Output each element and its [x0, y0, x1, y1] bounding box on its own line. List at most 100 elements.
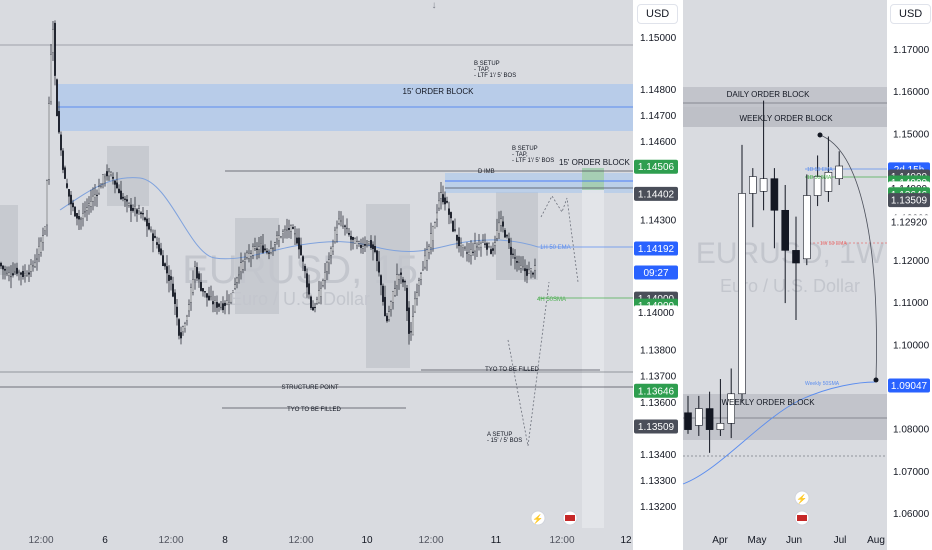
- candle-body: [268, 252, 270, 254]
- b-setup-bos-label-2: - LTF 1'/ 5' BOS: [512, 158, 554, 164]
- left-y-tick-8: 1.13600: [640, 398, 677, 409]
- candle-body: [196, 267, 198, 279]
- candle-body: [388, 311, 390, 320]
- weekly-order-block-label-top: WEEKLY ORDER BLOCK: [739, 114, 833, 123]
- candle-body: [64, 167, 66, 179]
- left-watermark-desc: Euro / U.S. Dollar: [230, 289, 370, 309]
- weekly-candle-body: [684, 412, 692, 430]
- candle-body: [110, 171, 112, 175]
- candle-body: [150, 229, 152, 231]
- candle-body: [30, 263, 32, 272]
- candle-body: [144, 217, 146, 221]
- candle-body: [220, 306, 222, 309]
- candle-body: [72, 202, 74, 208]
- candle-body: [482, 240, 484, 243]
- panel-divider: [679, 0, 683, 550]
- candle-body: [492, 248, 494, 251]
- candle-body: [44, 226, 46, 231]
- candle-body: [504, 230, 506, 238]
- candle-body: [90, 200, 92, 207]
- candle-body: [264, 248, 266, 251]
- candle-body: [382, 285, 384, 302]
- left-x-tick-0: 12:00: [28, 535, 53, 546]
- candle-body: [470, 249, 472, 256]
- candle-body: [258, 246, 260, 250]
- candle-body: [318, 290, 320, 304]
- left-y-tick-2: 1.14700: [640, 111, 677, 122]
- candle-body: [136, 209, 138, 214]
- candle-body: [22, 271, 24, 278]
- candle-body: [432, 225, 434, 241]
- candle-body: [356, 241, 358, 246]
- candle-body: [466, 252, 468, 254]
- candle-body: [484, 243, 486, 245]
- candle-body: [420, 273, 422, 280]
- candle-body: [286, 229, 288, 231]
- candle-body: [94, 194, 96, 198]
- candle-body: [252, 246, 254, 256]
- currency-selector-left[interactable]: USD: [637, 4, 679, 24]
- daily-order-block-label: DAILY ORDER BLOCK: [727, 90, 811, 99]
- candle-body: [528, 269, 530, 274]
- right-watermark-symbol: EURUSD, 1W: [696, 237, 885, 270]
- ema-1d-label: 1D 50 EMA: [807, 167, 833, 173]
- candle-body: [172, 283, 174, 297]
- weekly-candle-body: [748, 176, 757, 194]
- candle-body: [396, 274, 398, 286]
- candle-body: [168, 274, 170, 281]
- left-price-badge-0: 1.14506: [638, 162, 675, 173]
- tyo-label-2: TYO TO BE FILLED: [287, 407, 341, 413]
- candle-body: [186, 315, 188, 321]
- candle-body: [370, 240, 372, 248]
- candle-body: [230, 293, 232, 303]
- candle-body: [158, 244, 160, 252]
- candle-body: [276, 235, 278, 240]
- candle-body: [200, 281, 202, 291]
- candle-body: [312, 307, 314, 311]
- candle-body: [162, 255, 164, 267]
- candle-body: [412, 316, 414, 336]
- candle-body: [316, 299, 318, 304]
- candle-body: [358, 241, 360, 244]
- candle-body: [464, 247, 466, 249]
- candle-body: [508, 238, 510, 244]
- candle-body: [108, 171, 110, 177]
- candle-body: [458, 236, 460, 247]
- left-y-tick-3: 1.14600: [640, 137, 677, 148]
- left-price-badge-7: 1.13646: [638, 386, 675, 397]
- candle-body: [6, 272, 8, 274]
- candle-body: [76, 213, 78, 219]
- candle-body: [468, 251, 470, 255]
- candle-body: [114, 180, 116, 185]
- candle-body: [338, 218, 340, 224]
- candle-body: [510, 246, 512, 255]
- candle-body: [324, 272, 326, 281]
- candle-body: [270, 248, 272, 253]
- chart-canvas[interactable]: EURUSD, 15Euro / U.S. DollarB SETUP- TAP…: [0, 0, 932, 550]
- candle-body: [124, 198, 126, 200]
- candle-body: [26, 275, 28, 277]
- candle-body: [222, 303, 224, 311]
- candle-body: [202, 288, 204, 292]
- right-price-badge-7: 1.09047: [891, 381, 928, 392]
- candle-body: [440, 192, 442, 199]
- candle-body: [234, 284, 236, 289]
- candle-body: [80, 218, 82, 220]
- candle-body: [366, 244, 368, 246]
- candle-body: [354, 238, 356, 244]
- right-x-tick-4: Aug: [867, 535, 885, 546]
- candle-body: [460, 243, 462, 247]
- b-setup-bos-label: - LTF 1'/ 5' BOS: [474, 73, 516, 79]
- candle-body: [310, 296, 312, 309]
- right-y-tick-6: 1.10000: [893, 340, 930, 351]
- projection-start-dot: [817, 132, 823, 138]
- tyo-label-1: TYO TO BE FILLED: [485, 367, 539, 373]
- candle-body: [418, 280, 420, 286]
- candle-body: [532, 272, 534, 275]
- candle-body: [238, 274, 240, 276]
- candle-body: [140, 212, 142, 215]
- candle-body: [326, 262, 328, 272]
- candle-body: [232, 290, 234, 293]
- currency-selector-right[interactable]: USD: [890, 4, 932, 24]
- candle-body: [134, 206, 136, 209]
